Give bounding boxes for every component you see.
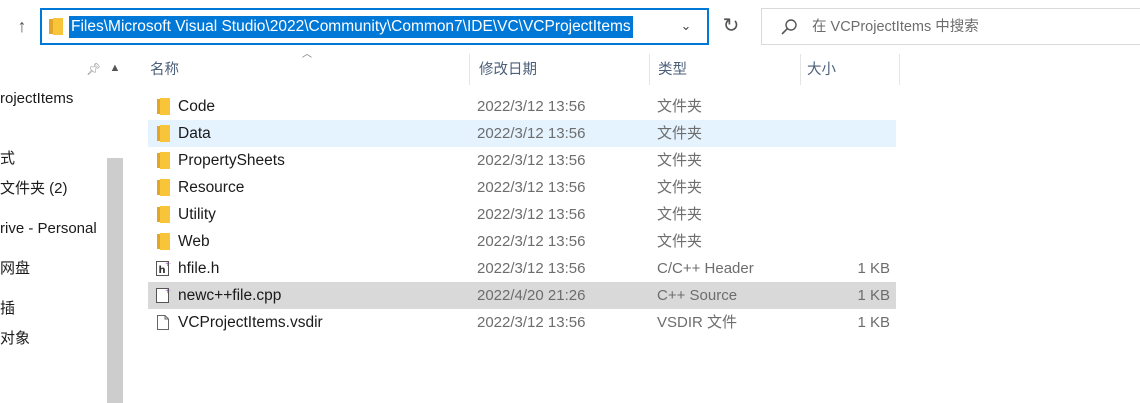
svg-text:++: ++: [165, 261, 171, 268]
column-modified[interactable]: 修改日期: [469, 52, 649, 85]
file-modified: 2022/3/12 13:56: [477, 125, 586, 142]
file-row[interactable]: PropertySheets 2022/3/12 13:56 文件夹: [148, 147, 896, 174]
folder-icon: [157, 233, 170, 250]
search-box[interactable]: 在 VCProjectItems 中搜索: [761, 8, 1140, 45]
file-size: 1 KB: [857, 287, 890, 304]
file-modified: 2022/3/12 13:56: [477, 179, 586, 196]
file-type: VSDIR 文件: [657, 314, 738, 331]
file-type: 文件夹: [657, 233, 703, 250]
folder-icon: [49, 18, 63, 35]
search-placeholder[interactable]: 在 VCProjectItems 中搜索: [812, 17, 979, 37]
nav-item-netdisk[interactable]: 网盘: [0, 258, 30, 280]
file-row[interactable]: Utility 2022/3/12 13:56 文件夹: [148, 201, 896, 228]
file-row[interactable]: VCProjectItems.vsdir 2022/3/12 13:56 VSD…: [148, 309, 896, 336]
column-name[interactable]: 名称: [140, 52, 468, 85]
file-name[interactable]: Web: [178, 228, 210, 255]
file-size: 1 KB: [857, 260, 890, 277]
nav-item[interactable]: 插: [0, 298, 15, 320]
nav-item-folders[interactable]: 文件夹 (2): [0, 178, 68, 200]
up-arrow-icon[interactable]: ↑: [12, 14, 32, 38]
scroll-up-arrow-icon[interactable]: ▲: [107, 60, 123, 76]
svg-text:++: ++: [165, 288, 171, 295]
file-modified: 2022/3/12 13:56: [477, 233, 586, 250]
column-header: 名称 修改日期 类型 大小: [140, 52, 900, 85]
file-modified: 2022/3/12 13:56: [477, 314, 586, 331]
folder-icon: [157, 152, 170, 169]
header-file-icon: h ++: [156, 261, 171, 276]
search-icon: [781, 19, 797, 35]
nav-item-vcprojectitems[interactable]: rojectItems: [0, 88, 73, 110]
file-modified: 2022/4/20 21:26: [477, 287, 586, 304]
folder-icon: [157, 206, 170, 223]
nav-item[interactable]: 式: [0, 148, 15, 170]
file-name[interactable]: hfile.h: [178, 255, 219, 282]
file-type: 文件夹: [657, 98, 703, 115]
file-name[interactable]: PropertySheets: [178, 147, 285, 174]
column-type[interactable]: 类型: [648, 52, 798, 85]
file-name[interactable]: Resource: [178, 174, 244, 201]
file-modified: 2022/3/12 13:56: [477, 98, 586, 115]
file-type: 文件夹: [657, 125, 703, 142]
file-name[interactable]: VCProjectItems.vsdir: [178, 309, 323, 336]
folder-icon: [157, 98, 170, 115]
file-row[interactable]: h ++ hfile.h 2022/3/12 13:56 C/C++ Heade…: [148, 255, 896, 282]
file-name[interactable]: newc++file.cpp: [178, 282, 281, 309]
file-modified: 2022/3/12 13:56: [477, 260, 586, 277]
folder-icon: [157, 179, 170, 196]
pin-icon[interactable]: 📌︎: [86, 62, 101, 76]
cpp-file-icon: ++: [156, 288, 171, 303]
generic-file-icon: [157, 315, 169, 330]
file-name[interactable]: Code: [178, 93, 215, 120]
file-modified: 2022/3/12 13:56: [477, 152, 586, 169]
file-type: C++ Source: [657, 287, 738, 304]
column-size[interactable]: 大小: [797, 52, 897, 85]
file-type: 文件夹: [657, 206, 703, 223]
file-type: 文件夹: [657, 152, 703, 169]
file-type: 文件夹: [657, 179, 703, 196]
address-path[interactable]: Files\Microsoft Visual Studio\2022\Commu…: [69, 16, 633, 38]
navigation-bar: ↑ Files\Microsoft Visual Studio\2022\Com…: [0, 0, 1140, 52]
file-type: C/C++ Header: [657, 260, 754, 277]
file-name[interactable]: Utility: [178, 201, 216, 228]
chevron-down-icon[interactable]: ⌄: [679, 18, 693, 34]
nav-item-3d-objects[interactable]: 对象: [0, 328, 30, 350]
refresh-icon[interactable]: ↻: [714, 8, 748, 45]
file-size: 1 KB: [857, 314, 890, 331]
address-bar[interactable]: Files\Microsoft Visual Studio\2022\Commu…: [40, 8, 709, 45]
nav-item-onedrive[interactable]: rive - Personal: [0, 218, 97, 240]
file-name[interactable]: Data: [178, 120, 211, 147]
file-row[interactable]: ++ newc++file.cpp 2022/4/20 21:26 C++ So…: [148, 282, 896, 309]
file-modified: 2022/3/12 13:56: [477, 206, 586, 223]
file-row[interactable]: Resource 2022/3/12 13:56 文件夹: [148, 174, 896, 201]
file-row[interactable]: Data 2022/3/12 13:56 文件夹: [148, 120, 896, 147]
nav-scrollbar-thumb[interactable]: [107, 158, 123, 403]
column-divider[interactable]: [899, 54, 900, 85]
folder-icon: [157, 125, 170, 142]
file-row[interactable]: Web 2022/3/12 13:56 文件夹: [148, 228, 896, 255]
file-row[interactable]: Code 2022/3/12 13:56 文件夹: [148, 93, 896, 120]
navigation-pane: 📌︎ ▲ rojectItems 式 文件夹 (2) rive - Person…: [0, 52, 126, 403]
